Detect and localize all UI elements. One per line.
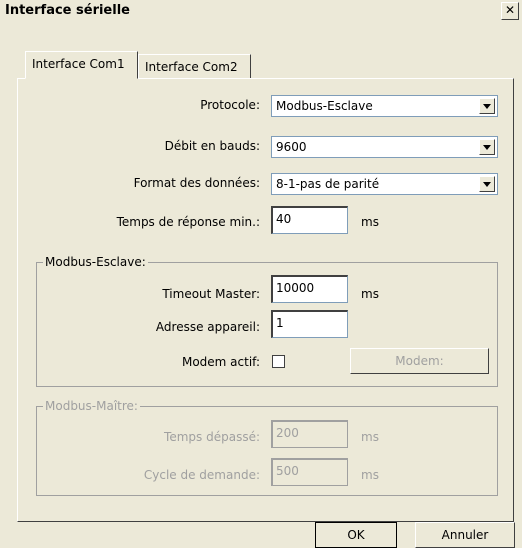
cancel-button[interactable]: Annuler	[415, 522, 515, 548]
tab-interface-com1[interactable]: Interface Com1	[25, 51, 138, 79]
close-button[interactable]: ✕	[501, 2, 519, 20]
title-bar: Interface sérielle ✕	[0, 0, 522, 22]
window-title: Interface sérielle	[5, 3, 130, 18]
close-icon: ✕	[504, 3, 516, 17]
tab-panel	[17, 78, 514, 522]
tab-interface-com2[interactable]: Interface Com2	[138, 54, 251, 78]
tab-label: Interface Com2	[145, 60, 238, 74]
tab-label: Interface Com1	[32, 57, 125, 71]
ok-button[interactable]: OK	[315, 522, 397, 548]
